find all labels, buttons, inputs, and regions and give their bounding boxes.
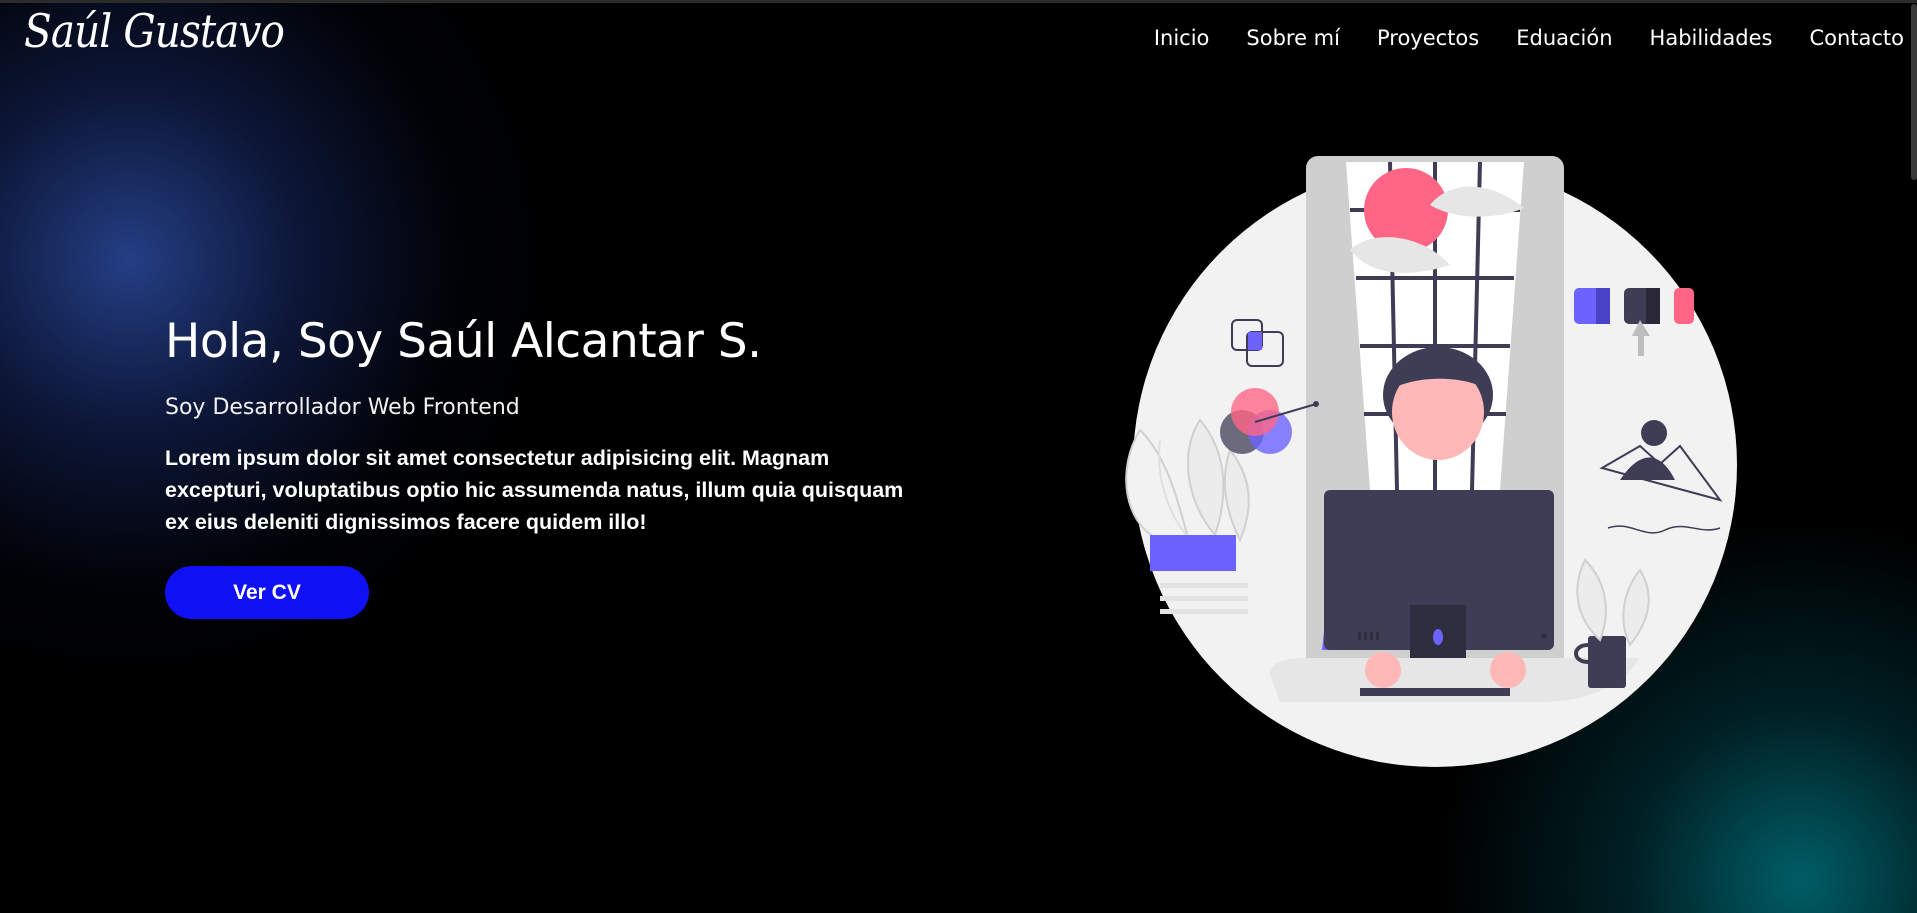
purple-box <box>1150 535 1236 571</box>
venn-pink <box>1231 388 1279 436</box>
moon-icon <box>1641 420 1667 446</box>
hero-section: Hola, Soy Saúl Alcantar S. Soy Desarroll… <box>165 314 905 619</box>
toggle-pink <box>1674 288 1694 324</box>
nav-link-inicio[interactable]: Inicio <box>1154 26 1210 50</box>
nav-link-habilidades[interactable]: Habilidades <box>1650 26 1773 50</box>
nav-link-sobre-mi[interactable]: Sobre mí <box>1246 26 1340 50</box>
mug <box>1588 636 1626 688</box>
hero-subtitle: Soy Desarrollador Web Frontend <box>165 395 520 420</box>
hand-right <box>1490 652 1526 688</box>
page: Saúl Gustavo Inicio Sobre mí Proyectos E… <box>0 0 1917 913</box>
site-logo[interactable]: Saúl Gustavo <box>24 4 285 58</box>
top-border <box>0 0 1917 3</box>
nav-link-contacto[interactable]: Contacto <box>1809 26 1904 50</box>
developer-illustration <box>1100 150 1740 770</box>
main-nav: Inicio Sobre mí Proyectos Eduación Habil… <box>1154 26 1904 50</box>
ver-cv-button[interactable]: Ver CV <box>165 566 369 619</box>
nav-link-educacion[interactable]: Eduación <box>1516 26 1612 50</box>
nav-link-proyectos[interactable]: Proyectos <box>1377 26 1479 50</box>
hand-left <box>1365 652 1401 688</box>
hero-title: Hola, Soy Saúl Alcantar S. <box>165 314 762 369</box>
scrollbar-thumb[interactable] <box>1911 4 1917 180</box>
hero-description: Lorem ipsum dolor sit amet consectetur a… <box>165 446 904 534</box>
